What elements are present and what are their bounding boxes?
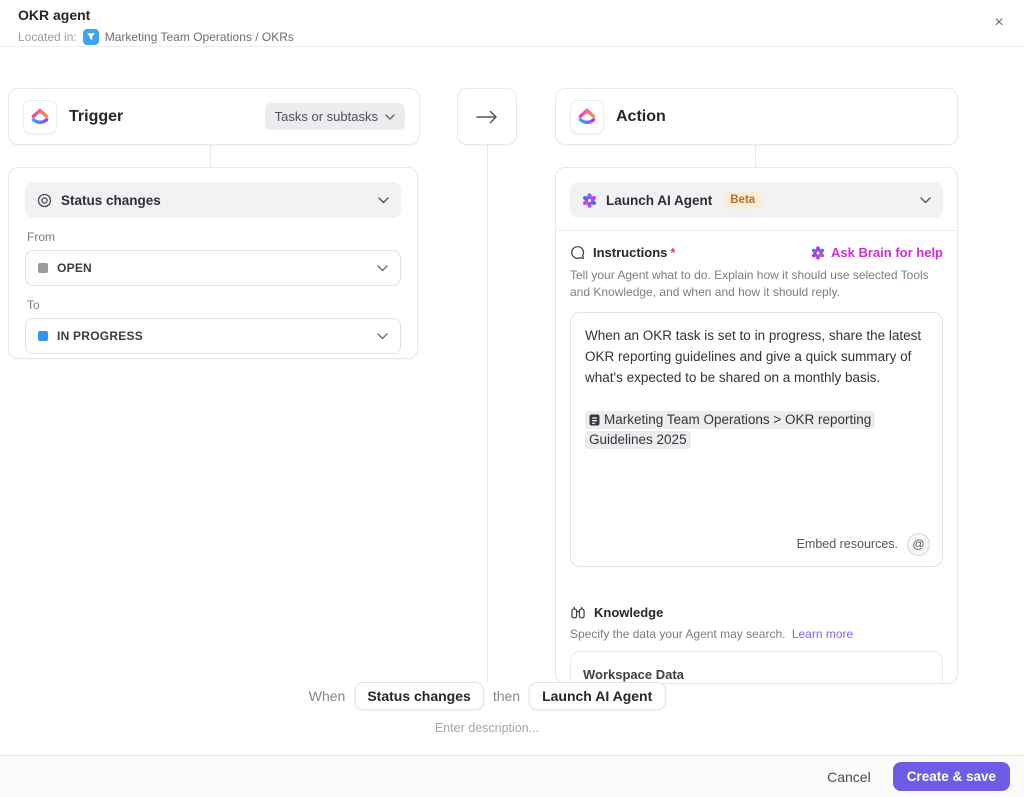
center-connector-line — [487, 145, 488, 682]
trigger-connector-line — [210, 145, 211, 167]
action-header-card: Action — [555, 88, 958, 145]
action-title: Action — [616, 108, 666, 126]
chevron-down-icon — [385, 114, 395, 120]
arrow-right-icon — [475, 110, 499, 124]
flow-arrow-card — [457, 88, 517, 145]
instructions-editor[interactable]: When an OKR task is set to in progress, … — [570, 312, 943, 567]
space-icon — [83, 29, 99, 45]
action-config-card: Launch AI Agent Beta Instructions * — [555, 167, 958, 684]
summary-trigger-chip[interactable]: Status changes — [354, 682, 483, 710]
ai-agent-flower-icon — [582, 193, 597, 208]
chat-bubble-icon — [570, 245, 585, 260]
knowledge-description: Specify the data your Agent may search. — [570, 627, 785, 641]
from-status-value: OPEN — [57, 261, 92, 275]
dialog-header: OKR agent Located in: Marketing Team Ope… — [0, 0, 1024, 47]
action-connector-line — [755, 145, 756, 167]
automation-summary: When Status changes then Launch AI Agent — [309, 682, 666, 710]
knowledge-section: Knowledge Specify the data your Agent ma… — [556, 567, 957, 684]
chevron-down-icon — [920, 197, 931, 204]
clickup-logo-icon — [23, 100, 57, 134]
trigger-scope-dropdown[interactable]: Tasks or subtasks — [265, 103, 405, 130]
action-type-select[interactable]: Launch AI Agent Beta — [570, 182, 943, 218]
action-type-label: Launch AI Agent — [606, 193, 712, 208]
trigger-scope-label: Tasks or subtasks — [275, 109, 378, 124]
breadcrumb-path: Marketing Team Operations / OKRs — [105, 30, 294, 44]
knowledge-item-label: Workspace Data — [583, 667, 684, 682]
status-target-icon — [37, 193, 52, 208]
then-label: then — [493, 688, 520, 704]
mention-at-button[interactable]: @ — [907, 533, 930, 556]
binoculars-icon — [570, 605, 586, 620]
trigger-header-card: Trigger Tasks or subtasks — [8, 88, 420, 145]
learn-more-link[interactable]: Learn more — [792, 627, 853, 641]
agent-builder-dialog: OKR agent Located in: Marketing Team Ope… — [0, 0, 1024, 797]
knowledge-item-workspace-data[interactable]: Workspace Data — [570, 651, 943, 684]
at-symbol: @ — [912, 535, 924, 554]
page-title: OKR agent — [18, 7, 90, 23]
embed-resources-label: Embed resources. — [797, 535, 898, 554]
instructions-section: Instructions * — [556, 231, 957, 567]
instructions-text: When an OKR task is set to in progress, … — [585, 326, 928, 389]
to-status-select[interactable]: IN PROGRESS — [25, 318, 401, 354]
beta-badge: Beta — [723, 192, 762, 209]
located-in-label: Located in: — [18, 30, 77, 44]
trigger-config-card: Status changes From OPEN To IN PROGRESS — [8, 167, 418, 359]
ask-brain-link[interactable]: Ask Brain for help — [811, 245, 943, 260]
description-input[interactable]: Enter description... — [435, 721, 539, 735]
document-icon — [589, 414, 600, 426]
summary-action-chip[interactable]: Launch AI Agent — [529, 682, 665, 710]
close-icon[interactable]: × — [988, 12, 1010, 34]
clickup-logo-icon — [570, 100, 604, 134]
knowledge-label: Knowledge — [594, 605, 663, 620]
instructions-label: Instructions — [593, 245, 667, 260]
embedded-resource-chip[interactable]: Marketing Team Operations > OKR reportin… — [585, 411, 875, 450]
instructions-description: Tell your Agent what to do. Explain how … — [570, 267, 943, 302]
cancel-button[interactable]: Cancel — [827, 769, 871, 785]
status-in-progress-swatch — [38, 331, 48, 341]
trigger-event-label: Status changes — [61, 193, 161, 208]
breadcrumb: Located in: Marketing Team Operations / … — [18, 29, 294, 45]
to-status-value: IN PROGRESS — [57, 329, 143, 343]
dialog-footer: Cancel Create & save — [0, 755, 1024, 797]
chevron-down-icon — [377, 333, 388, 340]
from-label: From — [27, 230, 399, 244]
required-asterisk: * — [670, 245, 675, 260]
from-status-select[interactable]: OPEN — [25, 250, 401, 286]
chevron-down-icon — [377, 265, 388, 272]
trigger-title: Trigger — [69, 108, 123, 126]
when-label: When — [309, 688, 346, 704]
brain-sparkle-icon — [811, 246, 825, 260]
create-save-button[interactable]: Create & save — [893, 762, 1010, 791]
ask-brain-label: Ask Brain for help — [831, 245, 943, 260]
status-open-swatch — [38, 263, 48, 273]
chevron-down-icon — [378, 197, 389, 204]
to-label: To — [27, 298, 399, 312]
resource-chip-label: Marketing Team Operations > OKR reportin… — [589, 412, 871, 448]
trigger-event-select[interactable]: Status changes — [25, 182, 401, 218]
